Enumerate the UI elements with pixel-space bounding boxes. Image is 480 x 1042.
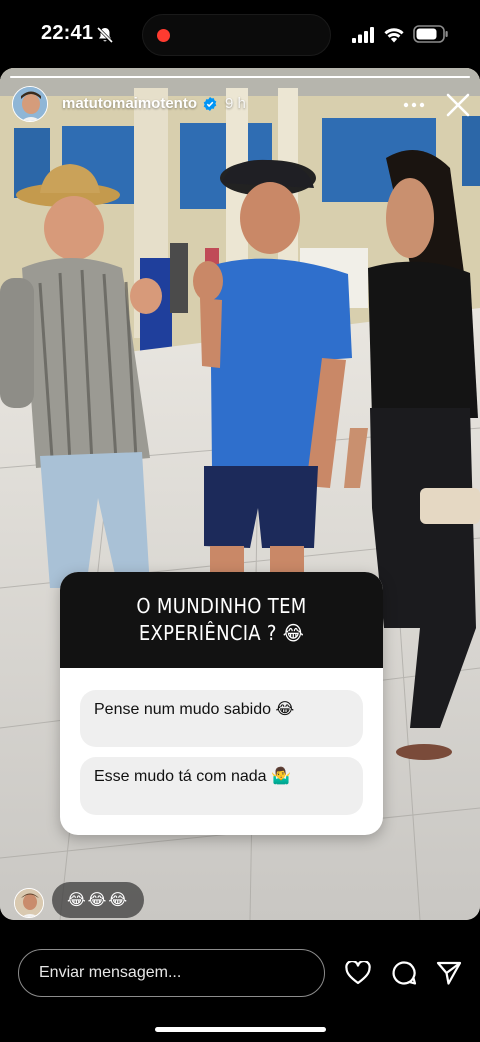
reply-bar (0, 920, 480, 1042)
home-indicator[interactable] (155, 1027, 326, 1032)
message-input[interactable] (18, 949, 325, 997)
signal-icon (352, 27, 374, 43)
reaction-avatar (14, 888, 44, 918)
reaction-emojis: 😂😂😂 (52, 882, 144, 918)
mute-icon (96, 26, 114, 44)
battery-icon (413, 25, 448, 43)
more-options-icon[interactable] (403, 102, 425, 108)
story-progress-bar (10, 76, 470, 78)
avatar[interactable] (12, 86, 48, 122)
poll-question: O MUNDINHO TEM EXPERIÊNCIA ? 😂 (136, 594, 307, 645)
avatar-image (13, 87, 47, 121)
poll-option-2[interactable]: Esse mudo tá com nada 🤷‍♂️ (80, 757, 363, 815)
send-icon[interactable] (436, 960, 462, 986)
comment-icon[interactable] (391, 960, 417, 986)
close-icon[interactable] (446, 93, 470, 117)
recording-indicator-icon (157, 29, 170, 42)
verified-icon (203, 97, 217, 111)
story-username[interactable]: matutomaimotento (62, 95, 197, 112)
story-progress-fill (10, 76, 470, 78)
status-time: 22:41 (41, 22, 94, 44)
dynamic-island (142, 14, 331, 56)
wifi-icon (384, 28, 404, 43)
story-time-ago: 9 h (225, 95, 246, 112)
poll-option-1[interactable]: Pense num mudo sabido 😂 (80, 690, 363, 747)
poll-question-header: O MUNDINHO TEM EXPERIÊNCIA ? 😂 (60, 572, 383, 668)
heart-icon[interactable] (345, 961, 371, 985)
status-bar: 22:41 (0, 0, 480, 68)
poll-sticker: O MUNDINHO TEM EXPERIÊNCIA ? 😂 Pense num… (60, 572, 383, 835)
story-viewer[interactable]: matutomaimotento 9 h O MUNDINHO TEM EXPE… (0, 68, 480, 920)
story-header: matutomaimotento 9 h (0, 86, 480, 126)
